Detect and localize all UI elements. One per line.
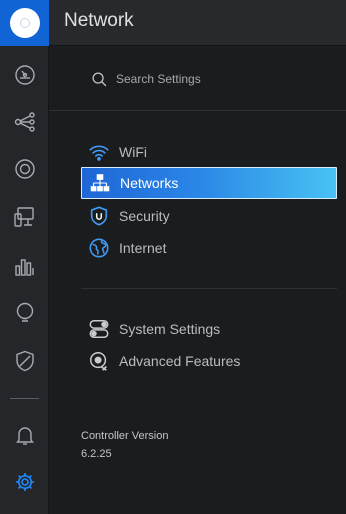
bell-icon: [15, 427, 34, 445]
shield-icon: [15, 350, 34, 372]
menu-item-label: System Settings: [119, 321, 221, 337]
search-icon: [92, 71, 107, 86]
rail-topology-button[interactable]: [0, 102, 49, 142]
globe-icon: [87, 236, 111, 260]
bar-chart-icon: [14, 259, 34, 276]
rail-insights-button[interactable]: [0, 293, 49, 333]
rail-dashboard-button[interactable]: [0, 55, 49, 95]
device-ring-icon: [14, 159, 35, 179]
rail-clients-button[interactable]: [0, 197, 49, 237]
rail-statistics-button[interactable]: [0, 246, 49, 286]
app-window: Network Search Settings WiFi Networks Se…: [0, 0, 346, 514]
menu-item-label: Internet: [119, 240, 167, 256]
bulb-icon: [16, 302, 33, 322]
rail-threat-management-button[interactable]: [0, 341, 49, 381]
search-input[interactable]: Search Settings: [116, 72, 201, 86]
security-shield-icon: [87, 204, 111, 228]
controller-version-value: 6.2.25: [81, 448, 112, 460]
controller-version-label: Controller Version: [81, 430, 169, 442]
menu-item-system-settings[interactable]: System Settings: [81, 313, 337, 345]
menu-item-label: Advanced Features: [119, 353, 241, 369]
icon-rail: [0, 0, 49, 514]
menu-item-label: WiFi: [119, 144, 147, 160]
wifi-icon: [87, 140, 111, 164]
settings-panel: Search Settings WiFi Networks Security I…: [49, 46, 346, 514]
network-topology-icon: [88, 171, 112, 195]
menu-item-internet[interactable]: Internet: [81, 232, 337, 264]
search-settings[interactable]: Search Settings: [91, 68, 201, 90]
rail-settings-button[interactable]: [0, 462, 49, 502]
menu-item-label: Security: [119, 208, 170, 224]
divider: [81, 288, 337, 289]
divider: [49, 110, 346, 111]
unifi-logo[interactable]: [0, 0, 49, 46]
menu-item-security[interactable]: Security: [81, 200, 337, 232]
topology-icon: [14, 112, 35, 132]
speedometer-icon: [14, 65, 35, 85]
advanced-gear-icon: [87, 349, 111, 373]
menu-item-networks[interactable]: Networks: [81, 167, 337, 199]
rail-alerts-button[interactable]: [0, 415, 49, 455]
rail-devices-button[interactable]: [0, 149, 49, 189]
menu-item-label: Networks: [120, 175, 179, 191]
top-header: Network: [49, 0, 346, 46]
logo-icon: [9, 8, 40, 38]
clients-icon: [13, 207, 34, 227]
page-title: Network: [64, 10, 134, 31]
menu-item-advanced-features[interactable]: Advanced Features: [81, 345, 337, 377]
gear-icon: [15, 473, 34, 491]
toggles-icon: [87, 317, 111, 341]
menu-item-wifi[interactable]: WiFi: [81, 136, 337, 168]
rail-divider: [10, 398, 39, 399]
